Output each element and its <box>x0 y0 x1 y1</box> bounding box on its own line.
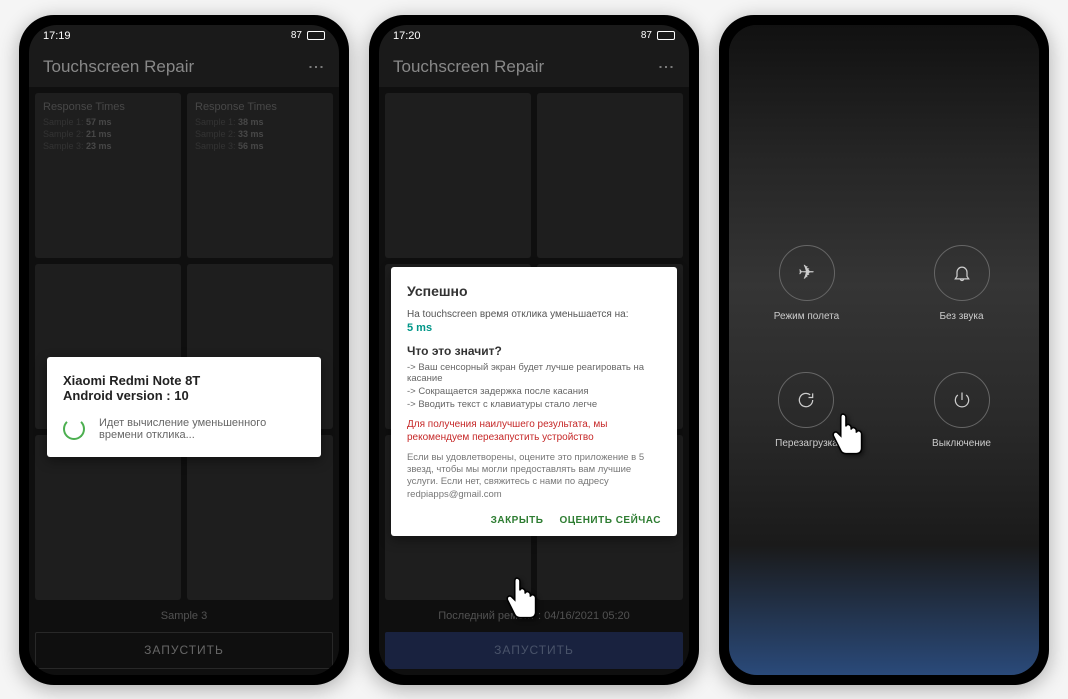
clock-text: 17:20 <box>393 30 421 42</box>
battery-text: 87 <box>291 30 302 41</box>
status-icons: 87 <box>291 30 325 41</box>
progress-message: Идет вычисление уменьшенного времени отк… <box>99 417 305 441</box>
battery-text: 87 <box>641 30 652 41</box>
status-bar: 17:19 87 <box>29 25 339 47</box>
bullet-2: -> Сокращается задержка после касания <box>407 386 661 397</box>
phone-2: 17:20 87 Touchscreen Repair ⋮ По <box>369 15 699 685</box>
close-button[interactable]: ЗАКРЫТЬ <box>491 515 544 526</box>
phone-screen-1: 17:19 87 Touchscreen Repair ⋮ Response T… <box>29 25 339 675</box>
menu-dots-icon[interactable]: ⋮ <box>306 59 325 74</box>
phone-screen-2: 17:20 87 Touchscreen Repair ⋮ По <box>379 25 689 675</box>
status-icons: 87 <box>641 30 675 41</box>
app-title: Touchscreen Repair <box>43 57 194 77</box>
spinner-icon <box>63 418 85 440</box>
app-header: Touchscreen Repair ⋮ <box>29 47 339 87</box>
device-name: Xiaomi Redmi Note 8T <box>63 373 305 388</box>
battery-icon <box>307 31 325 40</box>
improvement-ms: 5 ms <box>407 322 661 334</box>
what-heading: Что это значит? <box>407 344 661 358</box>
restart-recommendation: Для получения наилучшего результата, мы … <box>407 418 661 444</box>
phone-1: 17:19 87 Touchscreen Repair ⋮ Response T… <box>19 15 349 685</box>
phone-screen-3: ✈ Режим полета Без звука Перезагрузка <box>729 25 1039 675</box>
bell-icon <box>934 245 990 301</box>
success-dialog: Успешно На touchscreen время отклика уме… <box>391 267 677 536</box>
phone-3: ✈ Режим полета Без звука Перезагрузка <box>719 15 1049 685</box>
dialog-subtitle: На touchscreen время отклика уменьшается… <box>407 309 661 320</box>
power-menu: ✈ Режим полета Без звука Перезагрузка <box>729 245 1039 449</box>
status-bar: 17:20 87 <box>379 25 689 47</box>
dialog-title: Успешно <box>407 283 661 299</box>
silent-mode-button[interactable]: Без звука <box>934 245 990 322</box>
restart-button[interactable]: Перезагрузка <box>775 372 838 449</box>
airplane-mode-button[interactable]: ✈ Режим полета <box>774 245 839 322</box>
airplane-icon: ✈ <box>779 245 835 301</box>
clock-text: 17:19 <box>43 30 71 42</box>
poweroff-button[interactable]: Выключение <box>932 372 991 449</box>
app-title: Touchscreen Repair <box>393 57 544 77</box>
power-icon <box>934 372 990 428</box>
rate-info: Если вы удовлетворены, оцените это прило… <box>407 452 661 501</box>
app-header: Touchscreen Repair ⋮ <box>379 47 689 87</box>
progress-card: Xiaomi Redmi Note 8T Android version : 1… <box>47 357 321 457</box>
battery-icon <box>657 31 675 40</box>
android-version: Android version : 10 <box>63 388 305 403</box>
restart-icon <box>778 372 834 428</box>
rate-now-button[interactable]: ОЦЕНИТЬ СЕЙЧАС <box>559 515 661 526</box>
bullet-1: -> Ваш сенсорный экран будет лучше реаги… <box>407 362 661 384</box>
bullet-3: -> Вводить текст с клавиатуры стало легч… <box>407 399 661 410</box>
menu-dots-icon[interactable]: ⋮ <box>656 59 675 74</box>
